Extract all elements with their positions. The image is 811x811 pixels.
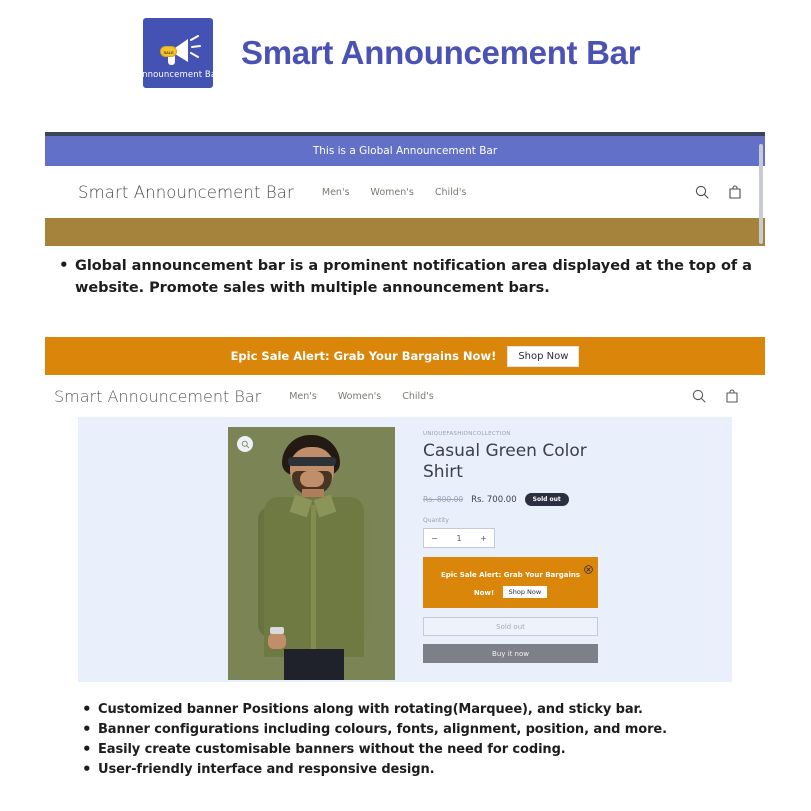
add-to-cart-button[interactable]: Sold out <box>423 617 598 636</box>
buy-it-now-button[interactable]: Buy it now <box>423 644 598 663</box>
model-placket <box>311 505 316 655</box>
model-pants <box>284 649 344 680</box>
zoom-in-icon[interactable] <box>237 436 253 452</box>
model-hand <box>268 633 286 649</box>
app-logo-caption: Announcement Bar <box>136 70 220 80</box>
list-item: Global announcement bar is a prominent n… <box>59 254 765 299</box>
promo-announcement-bar[interactable]: Epic Sale Alert: Grab Your Bargains Now!… <box>45 337 765 375</box>
search-icon[interactable] <box>694 184 710 200</box>
store-nav-icons <box>694 184 743 200</box>
gold-section-bar <box>45 218 765 246</box>
search-icon[interactable] <box>691 388 707 404</box>
list-item: Banner configurations including colours,… <box>82 719 758 740</box>
list-item: User-friendly interface and responsive d… <box>82 759 758 780</box>
features-top-list: Global announcement bar is a prominent n… <box>59 254 765 299</box>
nav2-link-childs[interactable]: Child's <box>402 391 434 402</box>
cart-icon[interactable] <box>727 184 743 200</box>
quantity-label: Quantity <box>423 517 449 524</box>
product-image[interactable] <box>228 427 395 680</box>
nav-link-childs[interactable]: Child's <box>435 187 467 198</box>
product-price-row: Rs. 800.00 Rs. 700.00 Sold out <box>423 493 623 506</box>
close-icon[interactable] <box>584 561 593 574</box>
features-bottom-list: Customized banner Positions along with r… <box>82 699 758 780</box>
quantity-increase-button[interactable]: + <box>480 534 487 543</box>
store-navbar: Smart Announcement Bar Men's Women's Chi… <box>45 166 765 218</box>
product-info: UNIQUEFASHIONCOLLECTION Casual Green Col… <box>423 431 623 682</box>
cart-icon[interactable] <box>724 388 740 404</box>
logo-sale-badge: SALE <box>160 46 177 57</box>
sunglasses-icon <box>288 457 336 466</box>
inline-promo-shop-now-button[interactable]: Shop Now <box>502 586 548 598</box>
store-logo[interactable]: Smart Announcement Bar <box>78 183 294 202</box>
page-header: SALE Announcement Bar Smart Announcement… <box>0 0 811 98</box>
nav-link-womens[interactable]: Women's <box>371 187 414 198</box>
quantity-decrease-button[interactable]: − <box>431 534 438 543</box>
quantity-stepper[interactable]: − 1 + <box>423 528 495 548</box>
quantity-value[interactable]: 1 <box>456 534 461 543</box>
store-nav-links-2: Men's Women's Child's <box>289 391 434 402</box>
card-scrollbar[interactable] <box>759 144 763 244</box>
store-nav-icons-2 <box>691 388 740 404</box>
megaphone-icon: SALE <box>155 34 201 70</box>
nav2-link-womens[interactable]: Women's <box>338 391 381 402</box>
list-item: Easily create customisable banners witho… <box>82 739 758 760</box>
global-bar-demo-card: This is a Global Announcement Bar Smart … <box>45 132 765 246</box>
store-navbar-2: Smart Announcement Bar Men's Women's Chi… <box>45 375 765 417</box>
product-vendor: UNIQUEFASHIONCOLLECTION <box>423 431 511 437</box>
store-nav-links: Men's Women's Child's <box>322 187 467 198</box>
app-logo: SALE Announcement Bar <box>136 18 220 88</box>
global-announcement-text: This is a Global Announcement Bar <box>312 145 498 157</box>
list-item: Customized banner Positions along with r… <box>82 699 758 720</box>
nav-link-mens[interactable]: Men's <box>322 187 350 198</box>
price-original: Rs. 800.00 <box>423 495 464 504</box>
slide-root: SALE Announcement Bar Smart Announcement… <box>0 0 811 811</box>
model-chin <box>300 471 324 487</box>
promo-text: Epic Sale Alert: Grab Your Bargains Now! <box>230 349 497 363</box>
promo-shop-now-button[interactable]: Shop Now <box>507 345 580 367</box>
status-badge: Sold out <box>524 493 569 506</box>
global-announcement-bar[interactable]: This is a Global Announcement Bar <box>45 136 765 166</box>
product-page-demo-card: Epic Sale Alert: Grab Your Bargains Now!… <box>45 337 765 682</box>
product-detail-area: UNIQUEFASHIONCOLLECTION Casual Green Col… <box>78 417 732 682</box>
page-title: Smart Announcement Bar <box>241 34 641 71</box>
product-title: Casual Green Color Shirt <box>423 441 587 482</box>
nav2-link-mens[interactable]: Men's <box>289 391 317 402</box>
store-logo-2[interactable]: Smart Announcement Bar <box>54 387 261 406</box>
model-watch <box>270 627 284 634</box>
inline-announcement-bar[interactable]: Epic Sale Alert: Grab Your Bargains Now!… <box>423 557 598 608</box>
price-current: Rs. 700.00 <box>471 494 517 505</box>
